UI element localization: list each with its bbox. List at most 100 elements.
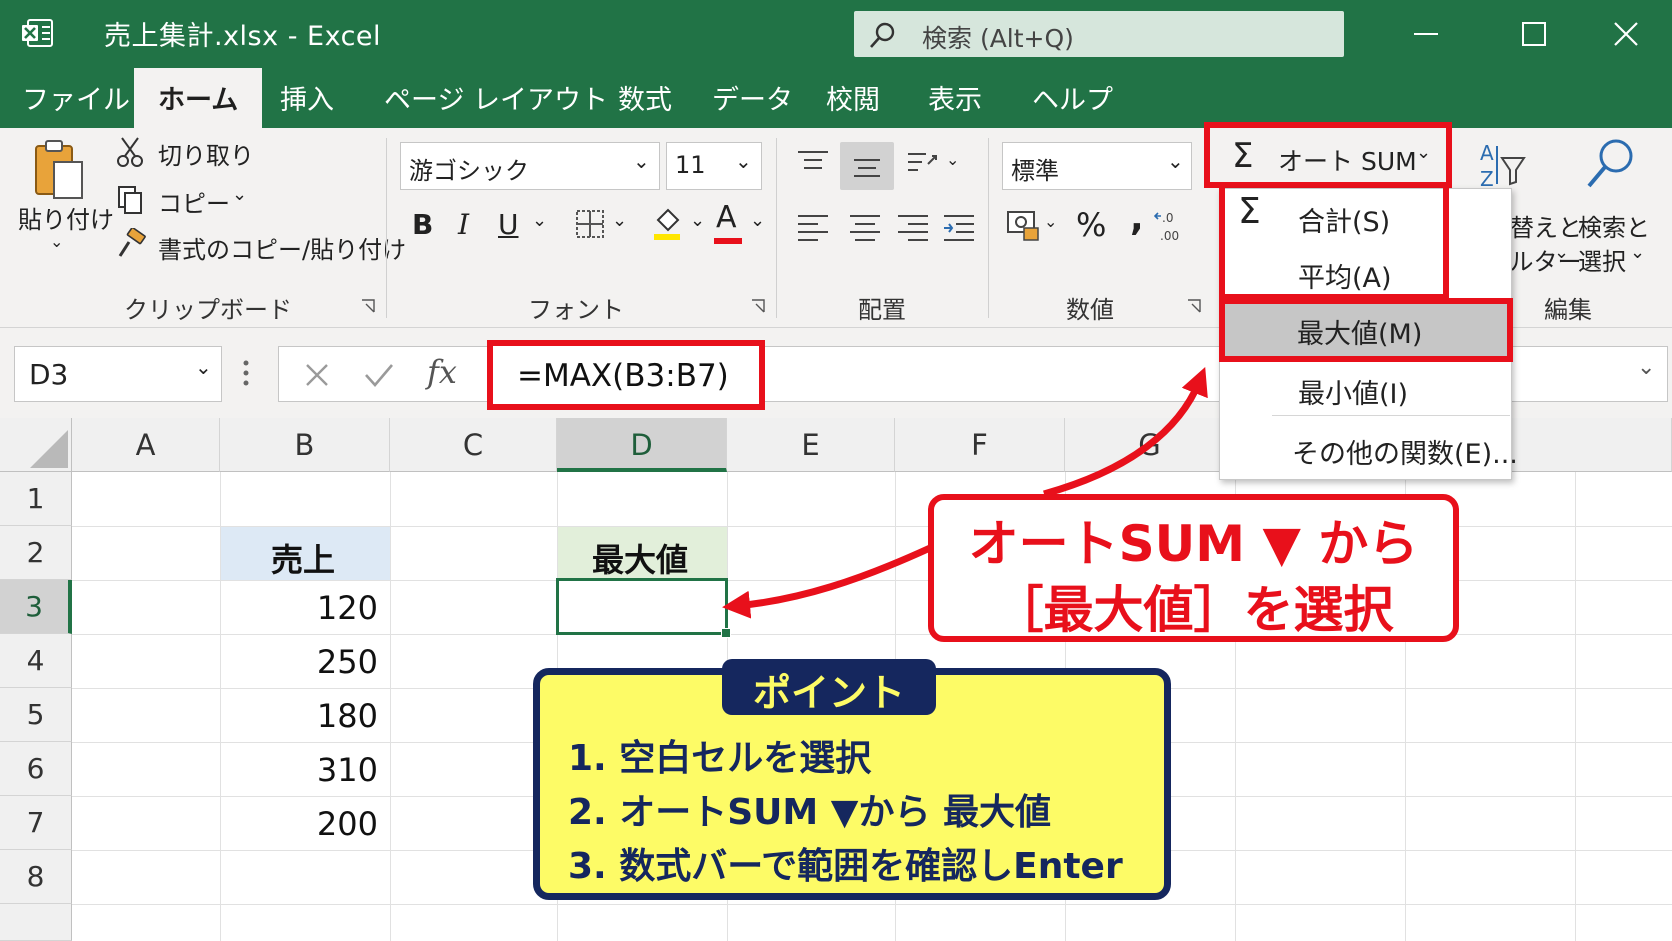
fill-color-icon[interactable] [652, 204, 682, 242]
number-format-select[interactable]: 標準 ⌄ [1002, 142, 1192, 190]
align-middle-button[interactable] [840, 142, 894, 190]
number-group-label: 数値 [1066, 296, 1114, 324]
name-box[interactable]: D3 ⌄ [14, 346, 222, 402]
column-header-b[interactable]: B [220, 418, 390, 472]
row-header-2[interactable]: 2 [0, 526, 72, 580]
minimize-button[interactable] [1406, 14, 1446, 54]
font-size-select[interactable]: 11 ⌄ [666, 142, 762, 190]
percent-style-button[interactable]: % [1076, 206, 1106, 244]
cut-button[interactable]: 切り取り [158, 136, 254, 171]
tab-home[interactable]: ホーム [134, 68, 263, 128]
cell-b7[interactable]: 200 [221, 797, 390, 850]
font-color-chevron-icon[interactable]: ⌄ [750, 210, 765, 231]
autosum-chevron-icon: ⌄ [1416, 142, 1432, 163]
title-bar: 売上集計.xlsx - Excel 検索 (Alt+Q) [0, 0, 1672, 64]
increase-decimal-icon[interactable]: .0 .00 [1154, 208, 1188, 244]
tab-file[interactable]: ファイル [22, 78, 130, 117]
autosum-button[interactable]: Σ オート SUM ⌄ [1204, 122, 1452, 188]
fill-color-chevron-icon[interactable]: ⌄ [690, 210, 705, 231]
point-badge: ポイント [722, 659, 936, 715]
font-color-button[interactable]: A [716, 200, 737, 235]
tab-help[interactable]: ヘルプ [1032, 78, 1113, 117]
align-left-icon[interactable] [796, 212, 830, 242]
orientation-chevron-icon[interactable]: ⌄ [946, 150, 959, 169]
menu-item-max[interactable]: 最大値(M) [1219, 298, 1513, 362]
row-header-4[interactable]: 4 [0, 634, 72, 688]
font-launcher-icon[interactable] [750, 298, 766, 314]
row-header-7[interactable]: 7 [0, 796, 72, 850]
tab-page-layout[interactable]: ページ レイアウト [384, 78, 608, 117]
cell-b2[interactable]: 売上 [221, 527, 390, 580]
formula-text[interactable]: =MAX(B3:B7) [517, 358, 729, 394]
italic-button[interactable]: I [458, 208, 469, 241]
callout-line-2: ［最大値］を選択 [993, 581, 1394, 639]
find-select-label-1[interactable]: 検索と [1578, 208, 1650, 243]
cell-b6[interactable]: 310 [221, 743, 390, 796]
format-painter-icon [118, 228, 146, 257]
paste-label[interactable]: 貼り付け [18, 200, 114, 235]
row-header-5[interactable]: 5 [0, 688, 72, 742]
selected-cell-d3[interactable] [556, 578, 728, 635]
copy-button[interactable]: コピー [158, 184, 230, 219]
orientation-icon[interactable] [906, 148, 940, 178]
borders-chevron-icon[interactable]: ⌄ [612, 210, 627, 231]
select-all-button[interactable] [0, 418, 72, 472]
sort-filter-icon[interactable]: A Z [1478, 140, 1528, 192]
column-header-a[interactable]: A [72, 418, 220, 472]
bold-button[interactable]: B [412, 208, 433, 241]
paste-icon[interactable] [32, 138, 88, 204]
point-step-1: 1. 空白セルを選択 [568, 738, 872, 779]
underline-button[interactable]: U [498, 208, 519, 241]
column-header-g[interactable]: G [1065, 418, 1235, 472]
column-header-e[interactable]: E [727, 418, 895, 472]
search-box[interactable]: 検索 (Alt+Q) [854, 11, 1344, 57]
cell-b7-text: 200 [316, 805, 378, 843]
copy-dropdown-chevron-icon[interactable]: ⌄ [232, 184, 247, 205]
row-header-1[interactable]: 1 [0, 472, 72, 526]
cancel-x-icon[interactable] [303, 361, 331, 389]
tab-review[interactable]: 校閲 [826, 78, 880, 117]
tab-data[interactable]: データ [712, 78, 793, 117]
row-header-8[interactable]: 8 [0, 850, 72, 904]
find-select-label-2[interactable]: 選択 [1578, 242, 1626, 277]
accounting-format-icon[interactable] [1006, 208, 1040, 242]
comma-style-button[interactable]: , [1130, 198, 1144, 239]
indent-icon[interactable] [942, 212, 976, 242]
enter-check-icon[interactable] [363, 361, 395, 389]
maximize-button[interactable] [1514, 14, 1554, 54]
column-header-c[interactable]: C [390, 418, 557, 472]
menu-item-more-functions[interactable]: その他の関数(E)... [1220, 421, 1518, 477]
number-launcher-icon[interactable] [1186, 298, 1202, 314]
menu-item-min[interactable]: 最小値(I) [1220, 361, 1513, 417]
number-format-chevron-icon: ⌄ [1167, 149, 1184, 173]
expand-formula-chevron-icon[interactable]: ⌄ [1637, 355, 1655, 380]
close-button[interactable] [1606, 14, 1646, 54]
accounting-chevron-icon[interactable]: ⌄ [1044, 212, 1057, 231]
find-select-icon[interactable] [1584, 136, 1638, 192]
row-header-3[interactable]: 3 [0, 580, 72, 634]
name-box-chevron-icon: ⌄ [195, 355, 212, 379]
column-header-f[interactable]: F [895, 418, 1065, 472]
align-right-icon[interactable] [896, 212, 930, 242]
tab-formulas[interactable]: 数式 [618, 78, 672, 117]
cell-b3[interactable]: 120 [221, 581, 390, 634]
row-header-6[interactable]: 6 [0, 742, 72, 796]
tab-view[interactable]: 表示 [928, 78, 982, 117]
format-painter-button[interactable]: 書式のコピー/貼り付け [158, 230, 406, 265]
find-select-chevron-icon[interactable]: ⌄ [1630, 242, 1645, 263]
cell-b5[interactable]: 180 [221, 689, 390, 742]
insert-function-fx-icon[interactable]: fx [427, 353, 457, 391]
tab-insert[interactable]: 挿入 [280, 78, 334, 117]
font-name-select[interactable]: 游ゴシック ⌄ [400, 142, 660, 190]
align-center-icon[interactable] [848, 212, 882, 242]
underline-chevron-icon[interactable]: ⌄ [532, 210, 547, 231]
cell-b4[interactable]: 250 [221, 635, 390, 688]
column-header-d[interactable]: D [557, 418, 727, 472]
sort-filter-chevron-icon[interactable]: ⌄ [1554, 242, 1569, 263]
cell-d2[interactable]: 最大値 [558, 527, 727, 580]
paste-dropdown-chevron-icon[interactable]: ⌄ [50, 232, 63, 251]
clipboard-launcher-icon[interactable] [360, 298, 376, 314]
align-top-icon[interactable] [796, 148, 830, 178]
borders-icon[interactable] [574, 208, 606, 240]
fill-handle[interactable] [721, 628, 731, 638]
